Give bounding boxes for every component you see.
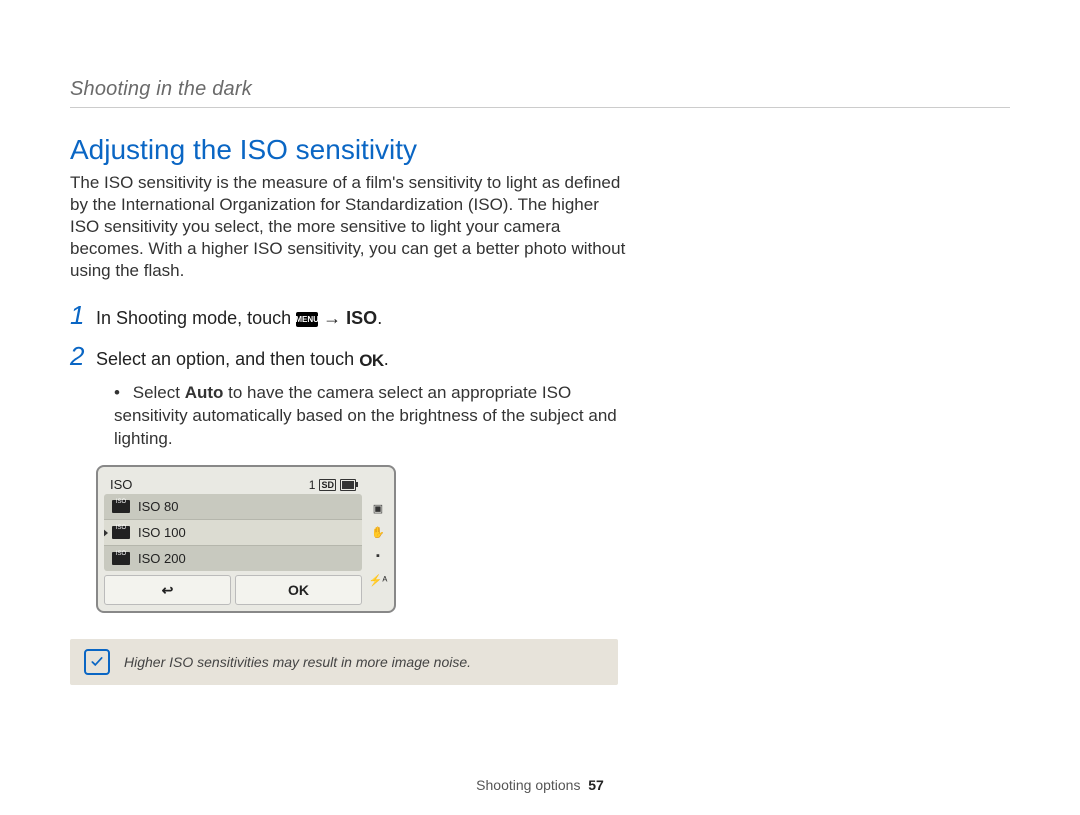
note-text: Higher ISO sensitivities may result in m… <box>124 654 471 670</box>
ok-button[interactable]: OK <box>235 575 362 605</box>
intro-paragraph: The ISO sensitivity is the measure of a … <box>70 172 630 282</box>
sub-bullet: • Select Auto to have the camera select … <box>114 382 634 451</box>
arrow-glyph: → <box>323 308 346 328</box>
list-item-iso80[interactable]: ISO 80 <box>104 494 362 520</box>
step1-prefix: In Shooting mode, touch <box>96 308 296 328</box>
page-heading: Adjusting the ISO sensitivity <box>70 134 1010 166</box>
camera-screen: ISO 1 SD ISO 80 <box>96 465 396 613</box>
iso-list[interactable]: ISO 80 ISO 100 ISO 200 <box>104 494 362 571</box>
flash-auto-icon: ⚡ᴬ <box>370 573 386 587</box>
back-button[interactable]: ↩ <box>104 575 231 605</box>
iso-icon <box>112 500 130 513</box>
step1-target: ISO <box>346 308 377 328</box>
note-callout: Higher ISO sensitivities may result in m… <box>70 639 618 685</box>
screen-title: ISO <box>110 477 132 492</box>
sd-icon: SD <box>319 479 336 491</box>
subbullet-bold: Auto <box>185 383 224 402</box>
step-1: 1 In Shooting mode, touch MENU → ISO. <box>70 300 1010 331</box>
ois-icon: ✋ <box>370 525 386 539</box>
indicator-icon: ▪ <box>370 549 386 563</box>
side-indicator-strip: ▣ ✋ ▪ ⚡ᴬ <box>368 473 388 605</box>
iso-icon <box>112 526 130 539</box>
menu-icon: MENU <box>296 312 318 327</box>
step2-period: . <box>384 349 389 369</box>
selected-caret-icon <box>104 528 108 538</box>
note-icon <box>84 649 110 675</box>
shot-count: 1 <box>309 478 316 492</box>
footer-section: Shooting options <box>476 777 580 793</box>
step-number: 1 <box>70 300 96 331</box>
step-text: Select an option, and then touch OK. <box>96 349 389 370</box>
list-item-label: ISO 100 <box>138 525 186 540</box>
list-item-iso200[interactable]: ISO 200 <box>104 546 362 571</box>
step-text: In Shooting mode, touch MENU → ISO. <box>96 308 382 329</box>
list-item-label: ISO 200 <box>138 551 186 566</box>
subbullet-lead: Select <box>133 383 185 402</box>
iso-icon <box>112 552 130 565</box>
battery-icon <box>340 479 356 491</box>
step2-prefix: Select an option, and then touch <box>96 349 359 369</box>
list-item-iso100[interactable]: ISO 100 <box>104 520 362 546</box>
step-number: 2 <box>70 341 96 372</box>
footer-page-number: 57 <box>588 777 604 793</box>
divider <box>70 107 1010 108</box>
page-footer: Shooting options 57 <box>0 777 1080 793</box>
step1-period: . <box>377 308 382 328</box>
indicator-icon: ▣ <box>370 501 386 515</box>
list-item-label: ISO 80 <box>138 499 178 514</box>
breadcrumb: Shooting in the dark <box>70 78 1010 101</box>
step-2: 2 Select an option, and then touch OK. <box>70 341 1010 372</box>
ok-icon: OK <box>359 351 384 371</box>
